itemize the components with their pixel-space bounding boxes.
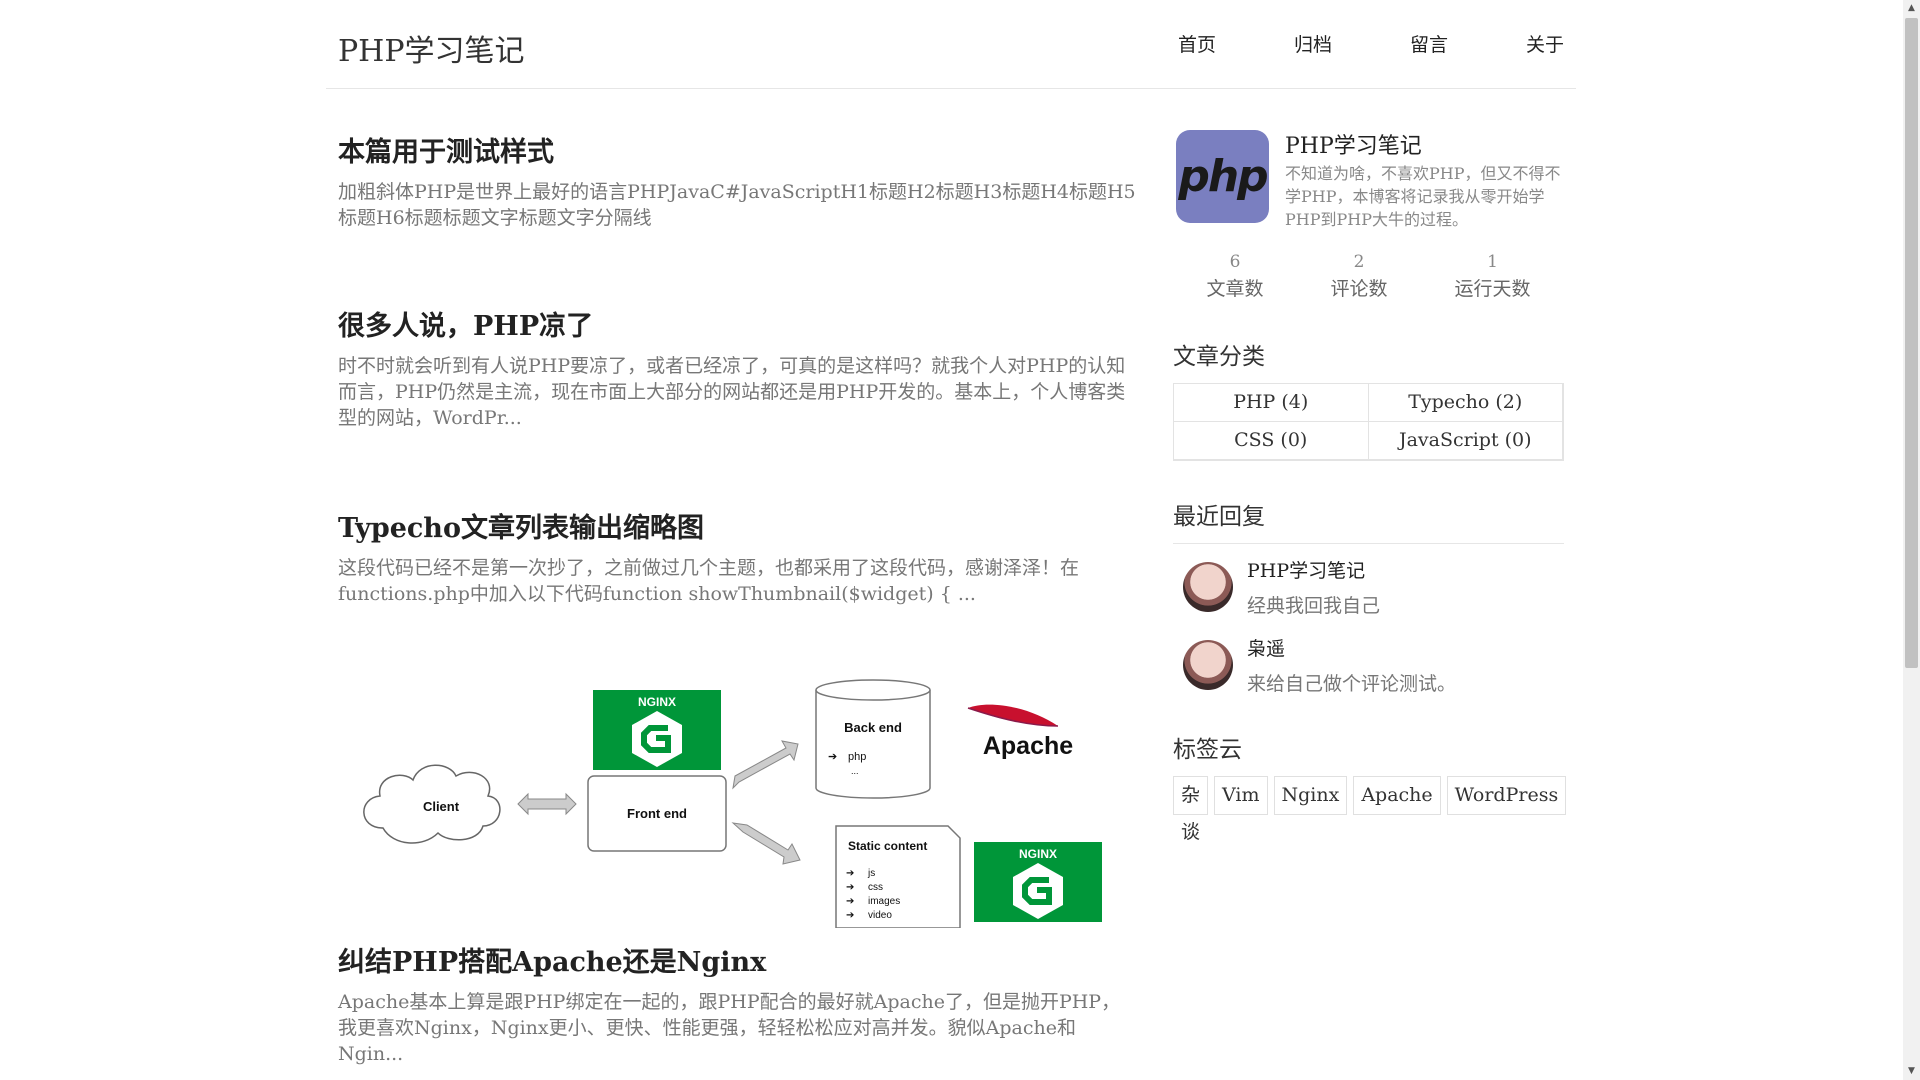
tag-link[interactable]: WordPress: [1446, 776, 1567, 815]
reply-author[interactable]: 枭遥: [1247, 634, 1456, 661]
apache-logo: Apache: [967, 704, 1073, 760]
recent-replies: PHP学习笔记 经典我回我自己 枭遥 来给自己做个评论测试。: [1173, 543, 1564, 710]
post-excerpt: Apache基本上算是跟PHP绑定在一起的，跟PHP配合的最好就Apache了，…: [338, 991, 1121, 1065]
stat-days: 1 运行天数: [1454, 252, 1530, 301]
arrow-icon: [732, 740, 799, 790]
nav-archive[interactable]: 归档: [1294, 30, 1332, 57]
stat-label: 评论数: [1330, 278, 1388, 300]
nav-about[interactable]: 关于: [1526, 30, 1564, 57]
category-link[interactable]: CSS (0): [1173, 421, 1369, 460]
stats: 6 文章数 2 评论数 1 运行天数: [1173, 252, 1564, 301]
reply-item[interactable]: PHP学习笔记 经典我回我自己: [1173, 554, 1564, 632]
profile-card: php PHP学习笔记 不知道为啥，不喜欢PHP，但又不得不学PHP，本博客将记…: [1173, 130, 1564, 240]
client-cloud: Client: [363, 764, 501, 844]
nav-home[interactable]: 首页: [1178, 30, 1216, 57]
sidebar: php PHP学习笔记 不知道为啥，不喜欢PHP，但又不得不学PHP，本博客将记…: [1173, 88, 1567, 843]
tag-link[interactable]: Vim: [1214, 776, 1268, 815]
post-title[interactable]: 很多人说，PHP凉了: [338, 304, 1138, 343]
arrow-icon: ➔: [846, 882, 854, 893]
post-title[interactable]: 本篇用于测试样式: [338, 130, 1138, 169]
post-excerpt: 加粗斜体PHP是世界上最好的语言PHPJavaC#JavaScriptH1标题H…: [338, 181, 1136, 229]
reply-author[interactable]: PHP学习笔记: [1247, 556, 1380, 583]
tag-link[interactable]: 杂谈: [1173, 776, 1209, 843]
nginx-label: NGINX: [1019, 847, 1057, 861]
category-link[interactable]: PHP (4): [1173, 383, 1369, 422]
profile-description: 不知道为啥，不喜欢PHP，但又不得不学PHP，本博客将记录我从零开始学PHP到P…: [1285, 164, 1561, 229]
nav-guestbook[interactable]: 留言: [1410, 30, 1448, 57]
static-item: images: [868, 896, 900, 907]
stat-label: 运行天数: [1454, 278, 1531, 300]
static-item: video: [868, 910, 892, 921]
vertical-scrollbar[interactable]: ▲ ▼: [1903, 0, 1920, 1080]
backend-db: Back end ➔ php ...: [815, 679, 931, 799]
post-excerpt: 时不时就会听到有人说PHP要凉了，或者已经凉了，可真的是这样吗？就我个人对PHP…: [338, 355, 1126, 429]
frontend-label: Front end: [627, 806, 687, 821]
categories-title: 文章分类: [1173, 344, 1265, 370]
static-label: Static content: [848, 839, 927, 853]
avatar[interactable]: php: [1176, 130, 1269, 223]
category-link[interactable]: JavaScript (0): [1367, 421, 1563, 460]
tag-link[interactable]: Apache: [1353, 776, 1441, 815]
stat-value: 2: [1353, 252, 1365, 272]
tag-cloud-title: 标签云: [1173, 737, 1242, 763]
client-label: Client: [423, 799, 460, 814]
tag-link[interactable]: Nginx: [1273, 776, 1348, 815]
php-logo-text: php: [1178, 151, 1268, 202]
backend-item: php: [848, 751, 866, 763]
static-item: css: [868, 882, 883, 893]
avatar: [1183, 562, 1233, 612]
reply-item[interactable]: 枭遥 来给自己做个评论测试。: [1173, 632, 1564, 710]
stat-value: 6: [1229, 252, 1241, 272]
post-title[interactable]: 纠结PHP搭配Apache还是Nginx: [338, 940, 1138, 979]
scroll-up-icon[interactable]: ▲: [1903, 0, 1920, 17]
arrow-icon: ➔: [846, 868, 854, 879]
nginx-label: NGINX: [638, 695, 676, 709]
arrow-icon: ➔: [846, 910, 854, 921]
nginx-logo: NGINX: [974, 842, 1102, 922]
site-logo[interactable]: PHP学习笔记: [338, 26, 525, 70]
post-excerpt: 这段代码已经不是第一次抄了，之前做过几个主题，也都采用了这段代码，感谢泽泽！在f…: [338, 557, 1080, 605]
static-content-box: Static content ➔ js ➔ css ➔ images ➔ vid…: [835, 825, 961, 928]
reply-text[interactable]: 经典我回我自己: [1247, 591, 1380, 618]
stat-value: 1: [1487, 252, 1498, 272]
reply-text[interactable]: 来给自己做个评论测试。: [1247, 669, 1456, 696]
post-title[interactable]: Typecho文章列表输出缩略图: [338, 506, 1138, 545]
backend-label: Back end: [844, 720, 902, 735]
nginx-logo: NGINX: [593, 690, 721, 770]
arrow-icon: ➔: [846, 896, 854, 907]
stat-comments: 2 评论数: [1330, 252, 1387, 301]
recent-replies-title: 最近回复: [1173, 504, 1265, 530]
post-item: Typecho文章列表输出缩略图 这段代码已经不是第一次抄了，之前做过几个主题，…: [338, 506, 1138, 607]
post-item: 很多人说，PHP凉了 时不时就会听到有人说PHP要凉了，或者已经凉了，可真的是这…: [338, 304, 1138, 431]
arrow-icon: ➔: [828, 751, 837, 763]
stat-posts: 6 文章数: [1206, 252, 1263, 301]
tag-cloud: 杂谈 Vim Nginx Apache WordPress: [1173, 776, 1567, 843]
scrollbar-thumb[interactable]: [1905, 18, 1918, 668]
avatar: [1183, 640, 1233, 690]
page-container: PHP学习笔记 首页 归档 留言 关于 本篇用于测试样式 加粗斜体PHP是世界上…: [326, 0, 1576, 1065]
arrow-icon: [731, 822, 801, 865]
site-header: PHP学习笔记 首页 归档 留言 关于: [326, 0, 1576, 89]
scroll-down-icon[interactable]: ▼: [1903, 1063, 1920, 1080]
stat-label: 文章数: [1206, 278, 1264, 300]
static-item: js: [867, 868, 875, 879]
category-link[interactable]: Typecho (2): [1367, 383, 1563, 422]
apache-label: Apache: [983, 732, 1073, 760]
post-thumbnail[interactable]: Client NGINX Front end Back end ➔ php ..…: [338, 678, 1138, 928]
category-grid: PHP (4) Typecho (2) CSS (0) JavaScript (…: [1173, 383, 1564, 461]
main-nav: 首页 归档 留言 关于: [1178, 30, 1564, 57]
profile-name[interactable]: PHP学习笔记: [1285, 128, 1422, 160]
arrow-icon: [517, 792, 577, 816]
post-item: 纠结PHP搭配Apache还是Nginx Apache基本上算是跟PHP绑定在一…: [338, 940, 1138, 1067]
backend-more: ...: [851, 766, 859, 776]
post-item: 本篇用于测试样式 加粗斜体PHP是世界上最好的语言PHPJavaC#JavaSc…: [338, 130, 1138, 231]
